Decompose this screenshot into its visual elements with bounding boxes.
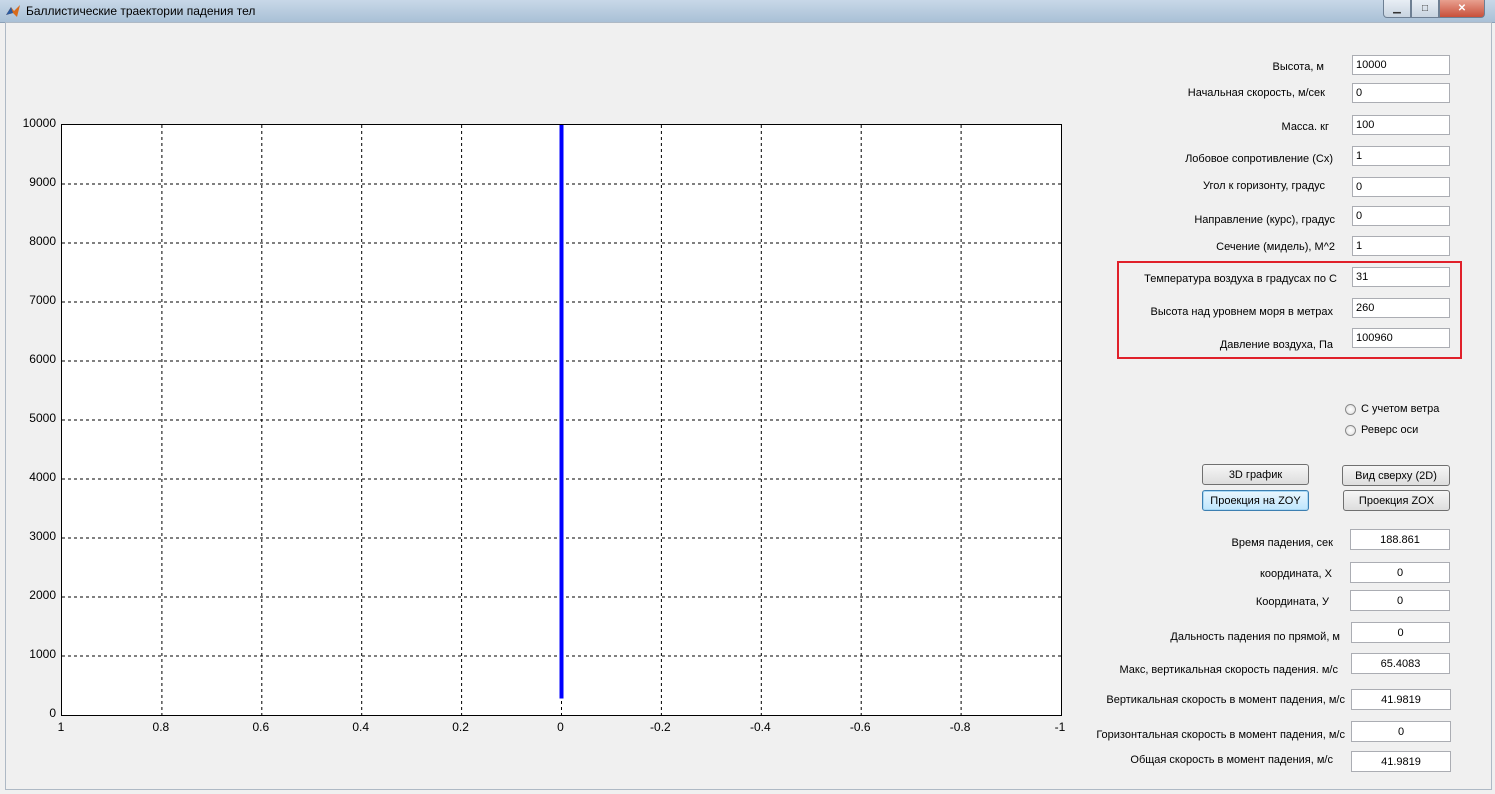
angle-input[interactable] <box>1352 177 1450 197</box>
reverse-axis-radio[interactable]: Реверс оси <box>1345 424 1418 436</box>
coord-y-value: 0 <box>1350 590 1450 611</box>
y-tick-label: 2000 <box>29 588 56 602</box>
coord-y-label: Координата, У <box>1255 596 1329 608</box>
maximize-button[interactable]: □ <box>1411 0 1439 18</box>
angle-label: Угол к горизонту, градус <box>1203 180 1325 192</box>
x-tick-label: 0 <box>557 720 564 734</box>
x-tick-label: 0.6 <box>252 720 270 734</box>
x-tick-label: 0.8 <box>152 720 170 734</box>
title-bar[interactable]: Баллистические траектории падения тел ▁ … <box>0 0 1495 23</box>
temperature-label: Температура воздуха в градусах по С <box>1144 273 1337 285</box>
max-vertical-speed-label: Макс, вертикальная скорость падения. м/с <box>1119 664 1338 676</box>
drag-input[interactable] <box>1352 146 1450 166</box>
plot-axes[interactable] <box>61 124 1062 716</box>
y-tick-label: 5000 <box>29 411 56 425</box>
vertical-speed-label: Вертикальная скорость в момент падения, … <box>1106 694 1345 706</box>
fall-time-value: 188.861 <box>1350 529 1450 550</box>
matlab-icon <box>6 5 20 17</box>
close-button[interactable]: ✕ <box>1439 0 1485 18</box>
drag-label: Лобовое сопротивление (Cx) <box>1185 153 1333 165</box>
reverse-axis-radio-label: Реверс оси <box>1361 424 1419 436</box>
wind-radio-label: С учетом ветра <box>1361 403 1440 415</box>
mass-input[interactable] <box>1352 115 1450 135</box>
y-tick-label: 7000 <box>29 293 56 307</box>
x-tick-label: 1 <box>57 720 65 734</box>
height-label: Высота, м <box>1272 61 1324 73</box>
plot-3d-button[interactable]: 3D график <box>1202 464 1309 485</box>
mass-label: Масса. кг <box>1281 121 1329 133</box>
heading-label: Направление (курс), градус <box>1194 214 1335 226</box>
projection-zoy-button[interactable]: Проекция на ZOY <box>1202 490 1309 511</box>
pressure-input[interactable] <box>1352 328 1450 348</box>
app-window: Баллистические траектории падения тел ▁ … <box>0 0 1495 794</box>
x-tick-label: -0.6 <box>849 720 871 734</box>
altitude-input[interactable] <box>1352 298 1450 318</box>
window-controls: ▁ □ ✕ <box>1383 0 1485 18</box>
wind-radio[interactable]: С учетом ветра <box>1345 403 1439 415</box>
initial-speed-input[interactable] <box>1352 83 1450 103</box>
y-tick-label: 3000 <box>29 529 56 543</box>
y-tick-label: 4000 <box>29 470 56 484</box>
y-tick-label: 10000 <box>22 116 56 130</box>
y-tick-label: 0 <box>49 706 56 720</box>
vertical-speed-value: 41.9819 <box>1351 689 1451 710</box>
x-tick-label: 0.2 <box>452 720 469 734</box>
y-tick-label: 8000 <box>29 234 56 248</box>
range-value: 0 <box>1351 622 1450 643</box>
x-tick-label: -0.2 <box>650 720 671 734</box>
radio-circle-icon[interactable] <box>1345 424 1356 436</box>
max-vertical-speed-value: 65.4083 <box>1351 653 1450 674</box>
projection-zox-button[interactable]: Проекция ZOX <box>1343 490 1450 511</box>
temperature-input[interactable] <box>1352 267 1450 287</box>
horizontal-speed-value: 0 <box>1351 721 1451 742</box>
heading-input[interactable] <box>1352 206 1450 226</box>
section-input[interactable] <box>1352 236 1450 256</box>
horizontal-speed-label: Горизонтальная скорость в момент падения… <box>1096 729 1345 741</box>
coord-x-label: координата, X <box>1259 568 1332 580</box>
minimize-button[interactable]: ▁ <box>1383 0 1411 18</box>
section-label: Сечение (мидель), M^2 <box>1216 241 1335 253</box>
fall-time-label: Время падения, сек <box>1231 537 1333 549</box>
y-tick-label: 9000 <box>29 175 56 189</box>
coord-x-value: 0 <box>1350 562 1450 583</box>
y-tick-label: 6000 <box>29 352 56 366</box>
range-label: Дальность падения по прямой, м <box>1170 631 1340 643</box>
y-tick-label: 1000 <box>29 647 56 661</box>
initial-speed-label: Начальная скорость, м/сек <box>1187 87 1325 99</box>
x-tick-label: 0.4 <box>352 720 370 734</box>
pressure-label: Давление воздуха, Па <box>1219 339 1333 351</box>
top-view-button[interactable]: Вид сверху (2D) <box>1342 465 1450 486</box>
height-input[interactable] <box>1352 55 1450 75</box>
total-speed-value: 41.9819 <box>1351 751 1451 772</box>
plot-canvas <box>62 125 1061 715</box>
total-speed-label: Общая скорость в момент падения, м/с <box>1130 754 1333 766</box>
x-tick-label: -0.8 <box>949 720 971 734</box>
radio-circle-icon[interactable] <box>1345 403 1356 415</box>
window-title: Баллистические траектории падения тел <box>26 4 256 18</box>
x-tick-label: -0.4 <box>749 720 771 734</box>
x-tick-label: -1 <box>1054 720 1066 734</box>
altitude-label: Высота над уровнем моря в метрах <box>1150 306 1333 318</box>
